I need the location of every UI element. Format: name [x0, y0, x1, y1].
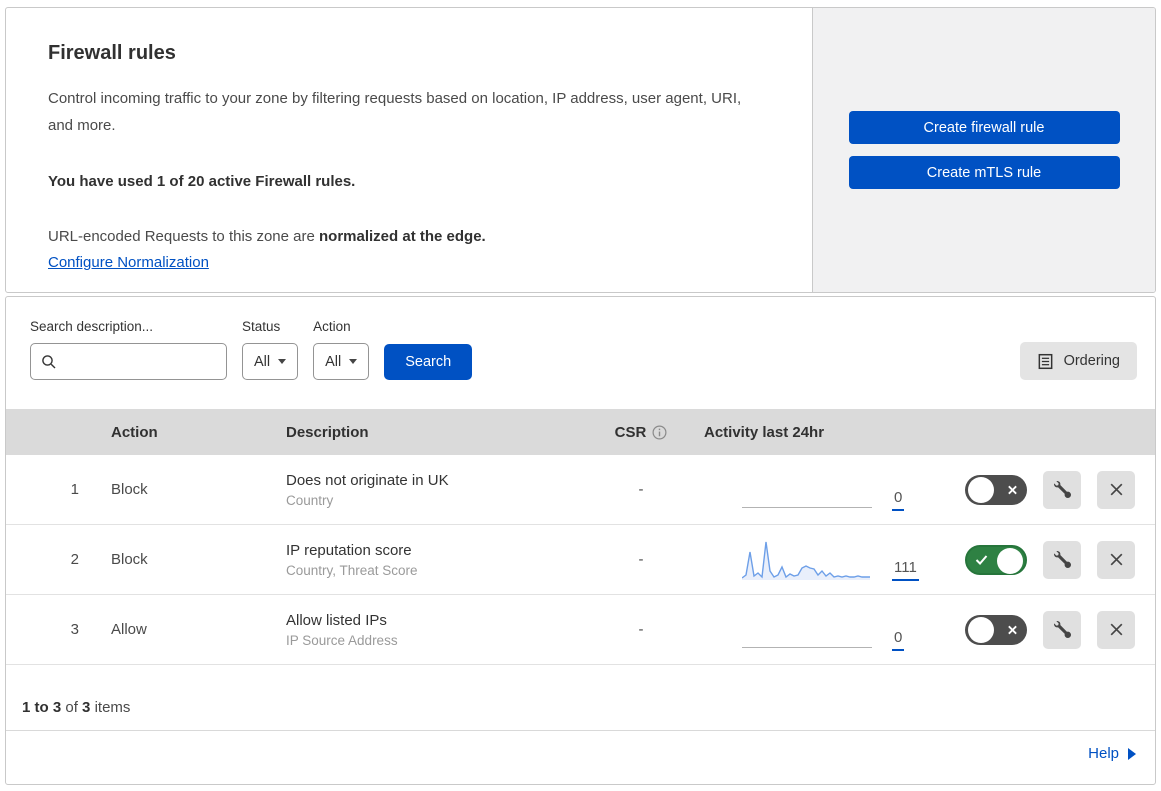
wrench-icon	[1053, 551, 1071, 568]
delete-rule-button[interactable]	[1097, 540, 1135, 579]
table-row: 3 Allow Allow listed IPs IP Source Addre…	[6, 595, 1155, 665]
rule-csr: -	[638, 621, 644, 638]
rule-fields: Country	[286, 492, 334, 508]
help-link[interactable]: Help	[1088, 745, 1136, 762]
edit-rule-button[interactable]	[1043, 470, 1081, 509]
overview-text-block: Firewall rules Control incoming traffic …	[6, 8, 812, 292]
wrench-icon	[1053, 481, 1071, 498]
rule-fields: IP Source Address	[286, 632, 398, 648]
wrench-icon	[1053, 621, 1071, 638]
ordering-button-label: Ordering	[1063, 353, 1120, 369]
toggle-knob	[968, 476, 994, 503]
edit-rule-button[interactable]	[1043, 610, 1081, 649]
rule-enabled-toggle[interactable]	[965, 614, 1027, 645]
rule-description: Allow listed IPs	[286, 611, 387, 629]
table-header: Action Description CSR Activity last 24h…	[6, 409, 1155, 455]
firewall-overview-card: Firewall rules Control incoming traffic …	[5, 7, 1156, 293]
rule-priority: 3	[70, 621, 79, 638]
toggle-knob	[997, 547, 1023, 574]
header-activity: Activity last 24hr	[704, 423, 825, 441]
header-csr: CSR	[615, 424, 668, 441]
chevron-down-icon	[349, 359, 358, 364]
actions-panel: Create firewall rule Create mTLS rule	[812, 8, 1155, 292]
table-row: 2 Block IP reputation score Country, Thr…	[6, 525, 1155, 595]
search-label: Search description...	[30, 319, 154, 334]
x-icon	[1108, 621, 1125, 638]
action-filter-select[interactable]: All	[313, 343, 370, 380]
items-range: 1 to 3	[22, 699, 62, 716]
delete-rule-button[interactable]	[1097, 610, 1135, 649]
configure-normalization-link[interactable]: Configure Normalization	[48, 254, 209, 271]
create-mtls-rule-button[interactable]: Create mTLS rule	[848, 156, 1120, 189]
rule-enabled-toggle[interactable]	[965, 474, 1027, 505]
rule-enabled-toggle[interactable]	[965, 544, 1027, 575]
status-filter-value: All	[254, 353, 271, 370]
activity-sparkline-flat	[742, 609, 872, 651]
items-total: 3	[82, 699, 91, 716]
header-action: Action	[111, 423, 158, 441]
edit-rule-button[interactable]	[1043, 540, 1081, 579]
rule-priority: 2	[70, 551, 79, 568]
rule-action: Allow	[111, 621, 147, 638]
rules-list-card: Search description... Status All Action …	[5, 296, 1156, 785]
rule-csr: -	[638, 551, 644, 568]
search-input[interactable]	[64, 352, 216, 371]
action-filter-label: Action	[313, 319, 351, 334]
rule-action: Block	[111, 481, 148, 498]
normalization-note: URL-encoded Requests to this zone are no…	[48, 228, 768, 245]
search-input-wrapper[interactable]	[30, 343, 227, 380]
ordering-list-icon	[1037, 353, 1054, 370]
firewall-rules-page: Firewall rules Control incoming traffic …	[0, 0, 1161, 791]
toggle-knob	[968, 616, 994, 643]
ordering-button[interactable]: Ordering	[1019, 342, 1137, 380]
help-row: Help	[6, 731, 1155, 776]
page-description: Control incoming traffic to your zone by…	[48, 90, 742, 134]
toggle-x-icon	[1007, 484, 1018, 495]
rule-description: IP reputation score	[286, 541, 412, 559]
rule-action: Block	[111, 551, 148, 568]
x-icon	[1108, 481, 1125, 498]
chevron-down-icon	[278, 359, 287, 364]
toggle-x-icon	[1007, 624, 1018, 635]
page-title: Firewall rules	[48, 42, 176, 64]
create-firewall-rule-button[interactable]: Create firewall rule	[848, 111, 1120, 144]
toggle-check-icon	[975, 554, 988, 565]
filter-controls: Search description... Status All Action …	[30, 319, 473, 380]
normalization-text: URL-encoded Requests to this zone are	[48, 228, 319, 245]
activity-count-link[interactable]: 0	[892, 490, 905, 511]
activity-count-link[interactable]: 0	[892, 630, 905, 651]
filter-bar: Search description... Status All Action …	[6, 297, 1155, 409]
search-button[interactable]: Search	[384, 344, 473, 380]
rule-csr: -	[638, 481, 644, 498]
right-arrow-icon	[1128, 747, 1136, 760]
normalization-bold: normalized at the edge.	[319, 228, 486, 245]
rule-priority: 1	[70, 481, 79, 498]
usage-summary: You have used 1 of 20 active Firewall ru…	[48, 173, 356, 190]
table-row: 1 Block Does not originate in UK Country…	[6, 455, 1155, 525]
status-filter-label: Status	[242, 319, 281, 334]
status-filter-select[interactable]: All	[242, 343, 299, 380]
x-icon	[1108, 551, 1125, 568]
activity-count-link[interactable]: 111	[892, 560, 919, 581]
activity-sparkline-flat	[742, 469, 872, 511]
action-filter-value: All	[325, 353, 342, 370]
rule-fields: Country, Threat Score	[286, 562, 418, 578]
pagination-summary: 1 to 3 of 3 items	[6, 665, 1155, 731]
delete-rule-button[interactable]	[1097, 470, 1135, 509]
header-description: Description	[286, 423, 369, 441]
rule-description: Does not originate in UK	[286, 471, 449, 489]
activity-sparkline	[741, 539, 872, 581]
info-icon[interactable]	[652, 425, 667, 440]
search-icon	[41, 354, 57, 370]
